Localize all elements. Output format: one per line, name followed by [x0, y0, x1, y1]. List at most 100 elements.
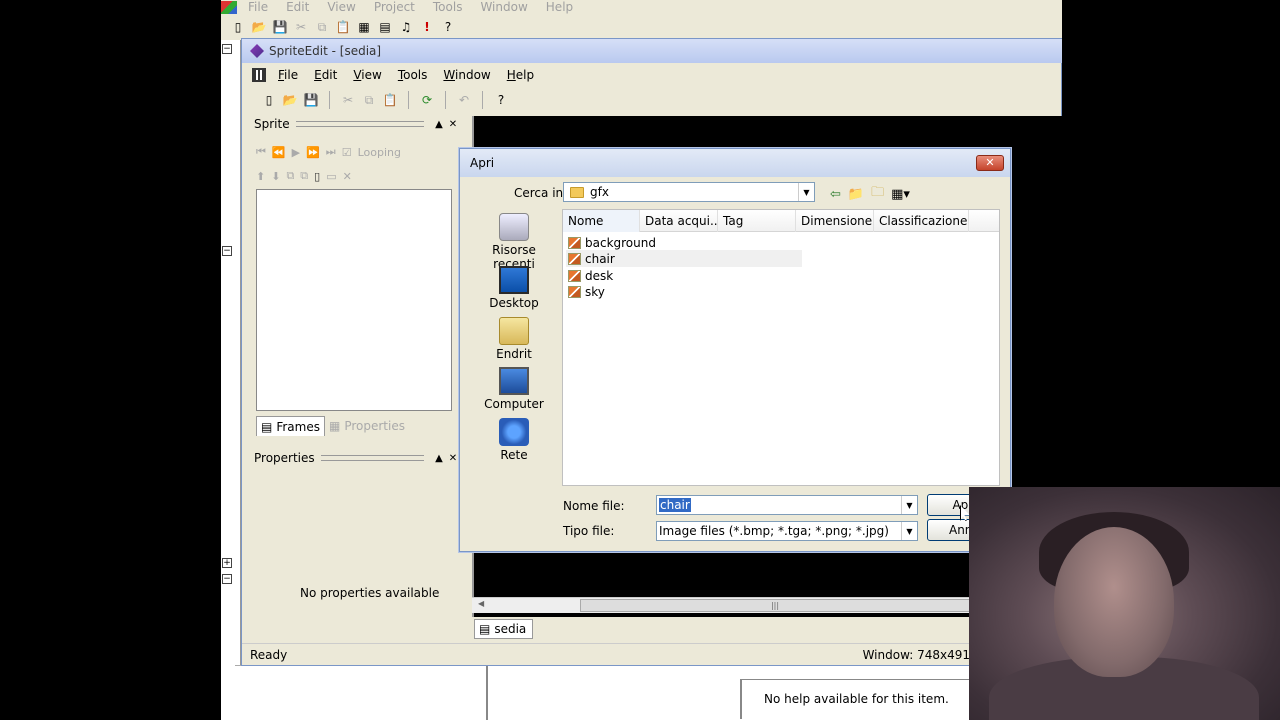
- expand-icon[interactable]: +: [222, 558, 232, 568]
- help-text: No help available for this item.: [764, 692, 949, 706]
- place-user[interactable]: Endrit: [472, 317, 556, 361]
- collapse-icon[interactable]: −: [222, 246, 232, 256]
- cut-icon[interactable]: ✂: [292, 18, 310, 36]
- open-folder-icon[interactable]: 📂: [250, 18, 268, 36]
- copy-icon[interactable]: ⧉: [313, 18, 331, 36]
- collapse-icon[interactable]: −: [222, 574, 232, 584]
- collapse-icon[interactable]: −: [222, 44, 232, 54]
- first-frame-icon[interactable]: ⏮: [256, 145, 266, 159]
- export-frame-icon[interactable]: ⧉: [300, 169, 308, 183]
- play-icon[interactable]: ▶: [292, 146, 300, 159]
- menu-view[interactable]: View: [345, 68, 389, 82]
- filename-label: Nome file:: [563, 499, 625, 513]
- menu-file[interactable]: File: [270, 68, 306, 82]
- panel-arrow-icon[interactable]: ▲: [432, 453, 446, 464]
- file-row[interactable]: background: [566, 234, 656, 251]
- column-date[interactable]: Data acqui...: [640, 210, 718, 232]
- undo-icon[interactable]: ↶: [455, 91, 473, 109]
- file-row[interactable]: desk: [566, 267, 613, 284]
- panel-grip[interactable]: [320, 455, 424, 461]
- new-frame-icon[interactable]: ▯: [314, 170, 320, 183]
- up-folder-icon[interactable]: 📁: [848, 187, 864, 202]
- place-recent[interactable]: Risorse recenti: [472, 213, 556, 271]
- prev-frame-icon[interactable]: ⏪: [272, 146, 286, 159]
- new-folder-icon[interactable]: 🗀: [871, 183, 884, 205]
- column-tag[interactable]: Tag: [718, 210, 796, 232]
- filetype-select[interactable]: Image files (*.bmp; *.tga; *.png; *.jpg)…: [656, 521, 918, 541]
- document-film-icon: ▤: [479, 622, 491, 636]
- help-icon[interactable]: ?: [439, 18, 457, 36]
- sprite-tool-icon[interactable]: ▦: [355, 18, 373, 36]
- open-folder-icon[interactable]: 📂: [281, 91, 299, 109]
- spriteedit-titlebar: SpriteEdit - [sedia]: [242, 39, 1062, 63]
- menu-tools[interactable]: Tools: [390, 68, 436, 82]
- duplicate-frame-icon[interactable]: ▭: [326, 170, 336, 183]
- back-arrow-icon[interactable]: ⇦: [830, 187, 841, 202]
- paste-icon[interactable]: 📋: [334, 18, 352, 36]
- scroll-left-icon[interactable]: ◀: [478, 599, 484, 608]
- place-desktop[interactable]: Desktop: [472, 266, 556, 310]
- copy-icon[interactable]: ⧉: [360, 91, 378, 109]
- delete-frame-icon[interactable]: ✕: [343, 170, 352, 183]
- chevron-down-icon[interactable]: ▼: [798, 183, 814, 201]
- refresh-icon[interactable]: ⟳: [418, 91, 436, 109]
- chevron-down-icon[interactable]: ▼: [901, 496, 917, 514]
- look-in-label: Cerca in:: [514, 186, 568, 200]
- close-icon[interactable]: ✕: [976, 155, 1004, 171]
- tab-frames[interactable]: ▤ Frames: [256, 416, 325, 436]
- next-frame-icon[interactable]: ⏩: [306, 146, 320, 159]
- frames-list[interactable]: [256, 189, 452, 411]
- menu-window[interactable]: Window: [435, 68, 498, 82]
- document-tab-sedia[interactable]: ▤ sedia: [474, 619, 534, 639]
- move-down-icon[interactable]: ⬇: [271, 170, 280, 183]
- view-menu-icon[interactable]: ▦▾: [891, 187, 910, 202]
- file-row[interactable]: sky: [566, 283, 605, 300]
- file-row-selected[interactable]: chair: [566, 250, 802, 267]
- close-icon[interactable]: ✕: [446, 119, 460, 130]
- horizontal-scrollbar[interactable]: ◀ |||: [472, 597, 972, 613]
- toolbar-separator: [445, 91, 446, 109]
- outer-menu-window[interactable]: Window: [471, 0, 536, 14]
- column-rating[interactable]: Classificazione: [874, 210, 969, 232]
- tab-properties[interactable]: ▦ Properties: [325, 416, 409, 436]
- save-icon[interactable]: 💾: [271, 18, 289, 36]
- outer-menu-view[interactable]: View: [318, 0, 364, 14]
- outer-menu-project[interactable]: Project: [365, 0, 424, 14]
- document-film-icon[interactable]: [252, 68, 266, 82]
- new-file-icon[interactable]: ▯: [229, 18, 247, 36]
- filename-input[interactable]: chair ▼: [656, 495, 918, 515]
- panel-grip[interactable]: [295, 121, 424, 127]
- column-name[interactable]: Nome: [563, 210, 640, 232]
- panel-arrow-icon[interactable]: ▲: [432, 119, 446, 130]
- file-list[interactable]: Nome Data acqui... Tag Dimensione Classi…: [562, 209, 1000, 486]
- chevron-down-icon[interactable]: ▼: [901, 522, 917, 540]
- last-frame-icon[interactable]: ⏭: [326, 145, 336, 159]
- look-in-combobox[interactable]: gfx ▼: [563, 182, 815, 202]
- paste-icon[interactable]: 📋: [381, 91, 399, 109]
- outer-menu-file[interactable]: File: [239, 0, 277, 14]
- run-icon[interactable]: !: [418, 18, 436, 36]
- dialog-title: Apri: [470, 156, 495, 170]
- menu-help[interactable]: Help: [499, 68, 542, 82]
- save-icon[interactable]: 💾: [302, 91, 320, 109]
- column-size[interactable]: Dimensione: [796, 210, 874, 232]
- move-up-icon[interactable]: ⬆: [256, 170, 265, 183]
- outer-side-tree: − − + −: [221, 40, 241, 720]
- toolbar-separator: [408, 91, 409, 109]
- scrollbar-thumb[interactable]: |||: [580, 599, 970, 612]
- menu-edit[interactable]: Edit: [306, 68, 345, 82]
- sprite-panel-header: Sprite ▲ ✕: [254, 116, 460, 132]
- new-file-icon[interactable]: ▯: [260, 91, 278, 109]
- outer-menu-help[interactable]: Help: [537, 0, 582, 14]
- outer-menu-tools[interactable]: Tools: [424, 0, 472, 14]
- film-icon[interactable]: ▤: [376, 18, 394, 36]
- close-icon[interactable]: ✕: [446, 453, 460, 464]
- outer-menu-edit[interactable]: Edit: [277, 0, 318, 14]
- looping-checkbox[interactable]: ☑: [342, 146, 352, 159]
- help-icon[interactable]: ?: [492, 91, 510, 109]
- script-icon[interactable]: ♫: [397, 18, 415, 36]
- place-computer[interactable]: Computer: [472, 367, 556, 411]
- cut-icon[interactable]: ✂: [339, 91, 357, 109]
- place-network[interactable]: Rete: [472, 418, 556, 462]
- import-frame-icon[interactable]: ⧉: [286, 169, 294, 183]
